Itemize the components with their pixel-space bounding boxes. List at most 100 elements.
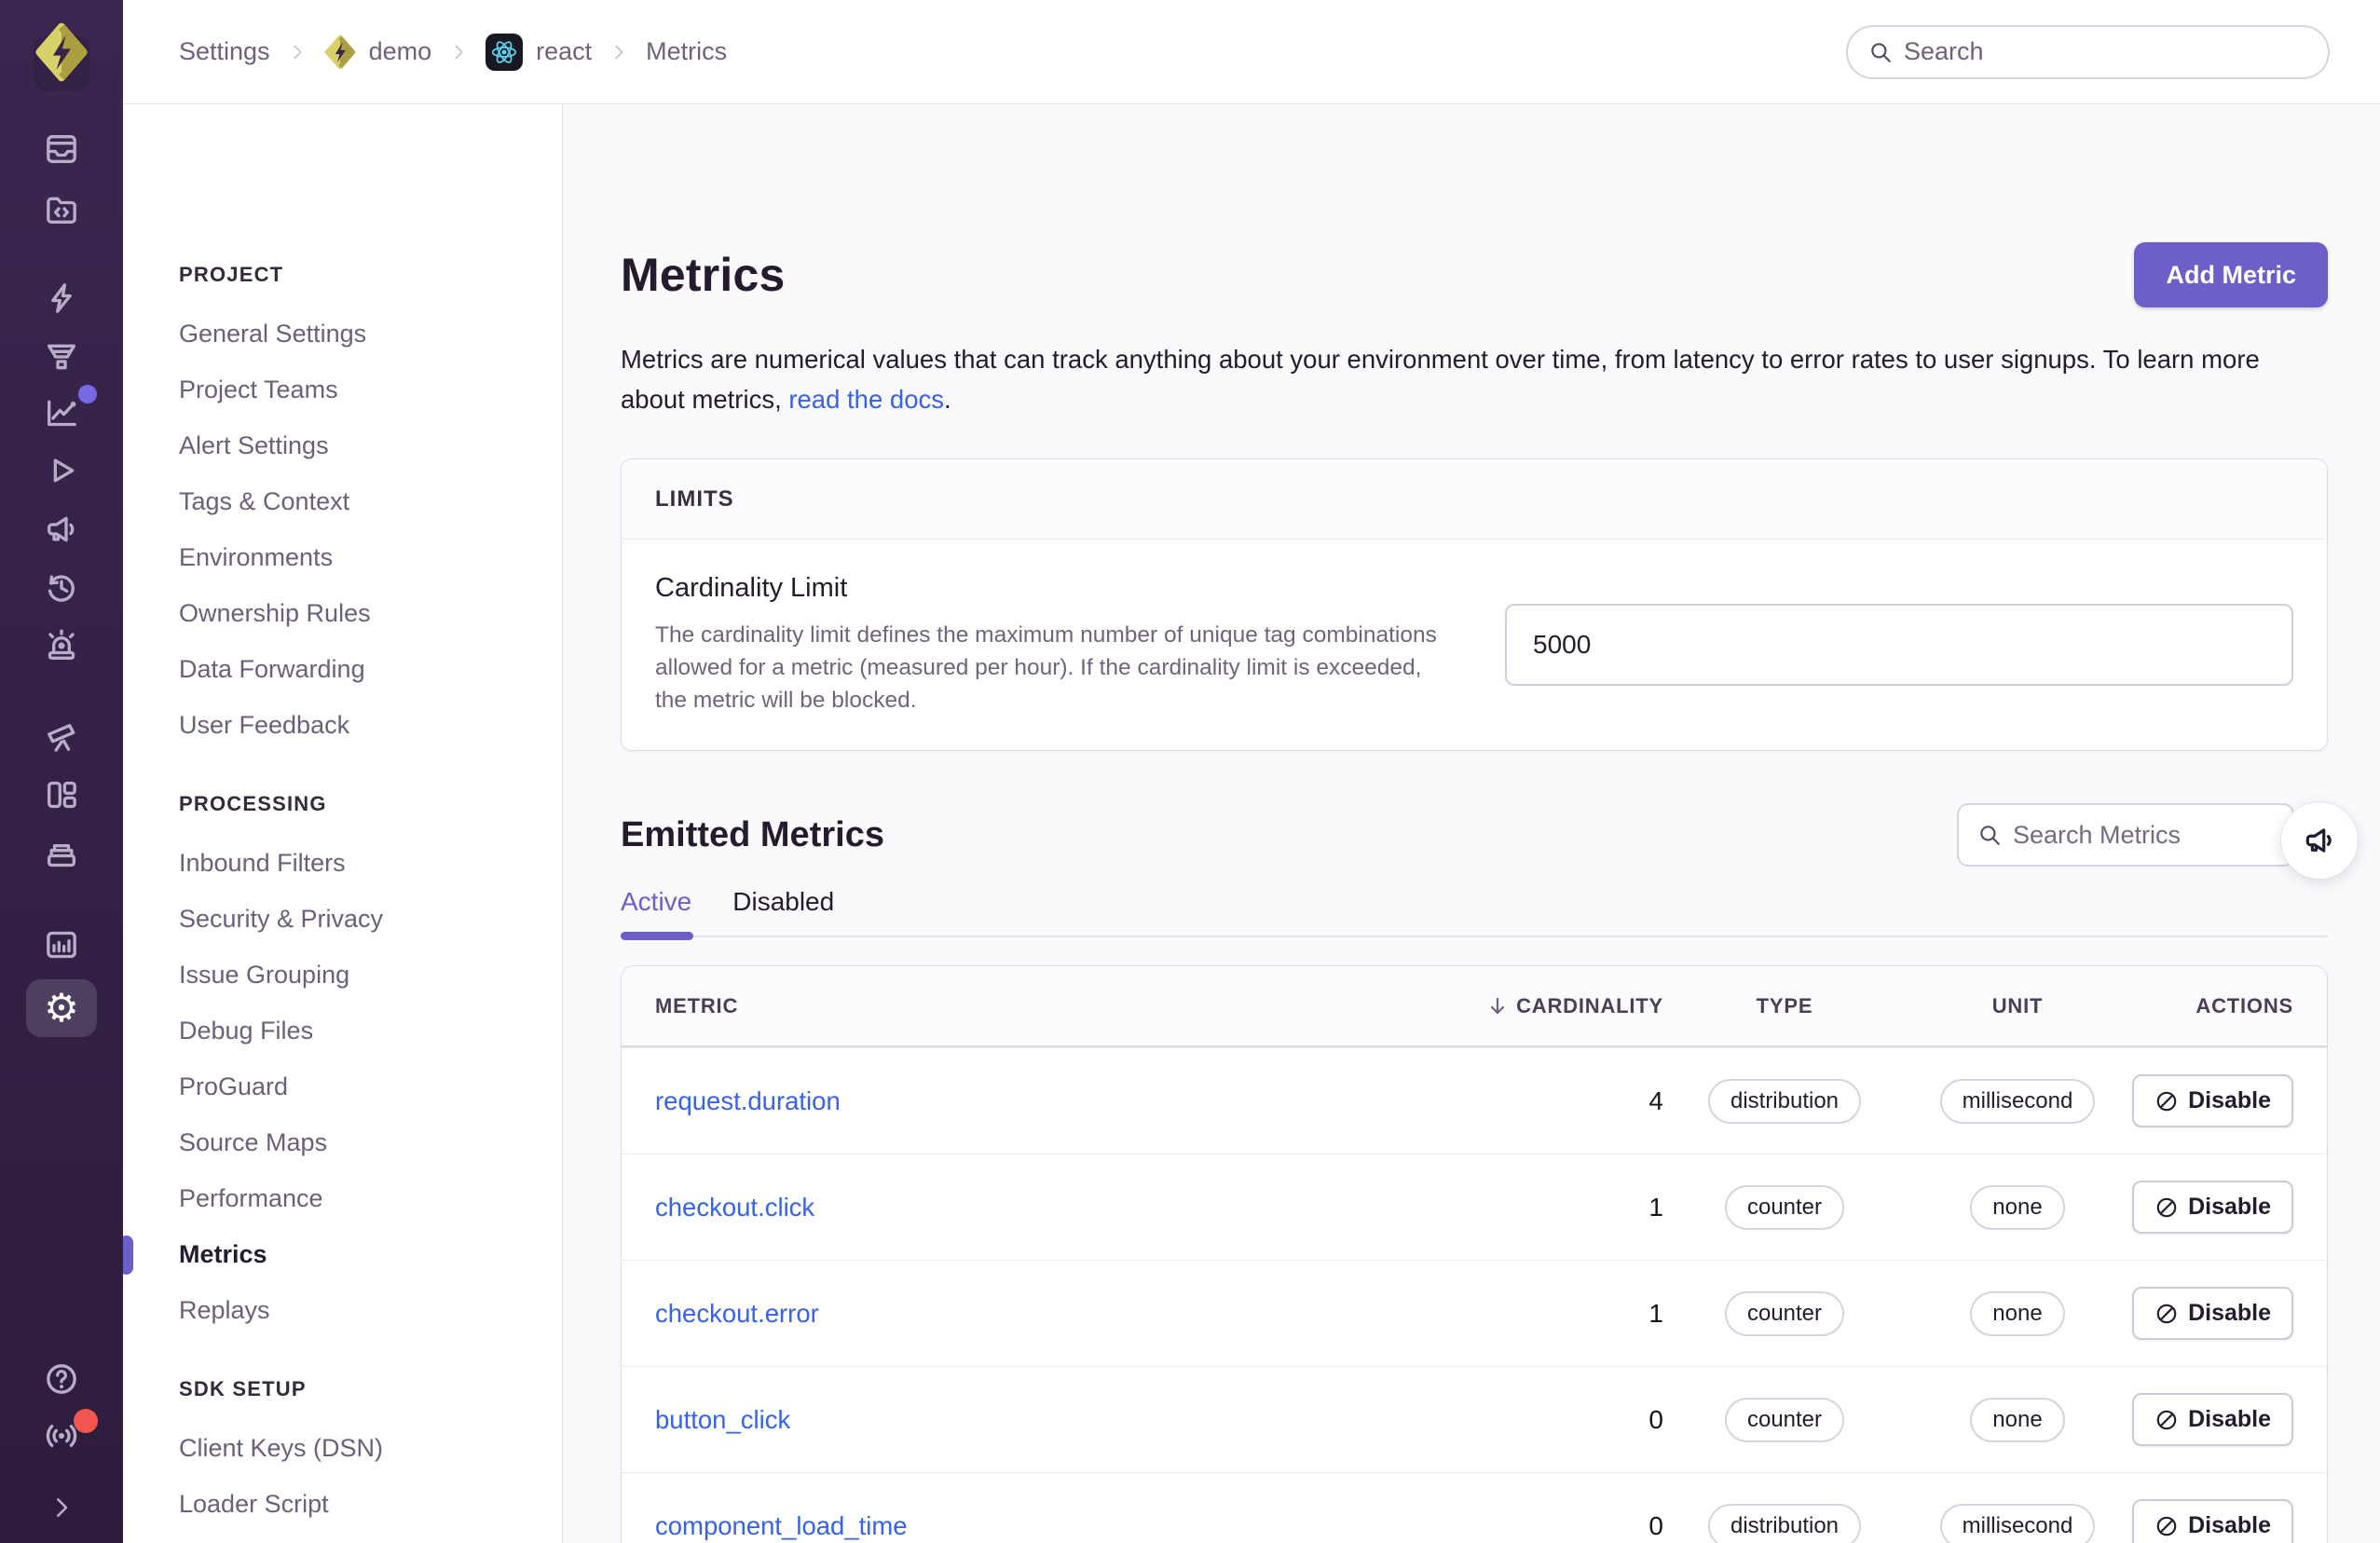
nav-item-client-keys[interactable]: Client Keys (DSN) bbox=[179, 1420, 562, 1476]
breadcrumb-org[interactable]: demo bbox=[324, 34, 432, 70]
megaphone-icon bbox=[2302, 823, 2337, 858]
replays-nav-button[interactable] bbox=[32, 441, 91, 500]
unit-badge: millisecond bbox=[1939, 1078, 2096, 1124]
breadcrumb-settings[interactable]: Settings bbox=[179, 37, 270, 66]
chevron-right-icon bbox=[448, 42, 469, 62]
disable-button[interactable]: Disable bbox=[2132, 1499, 2293, 1543]
metric-link[interactable]: checkout.error bbox=[655, 1299, 1477, 1329]
profiling-nav-button[interactable] bbox=[32, 327, 91, 387]
cardinality-header-label: CARDINALITY bbox=[1516, 993, 1663, 1017]
stats-nav-button[interactable] bbox=[32, 915, 91, 975]
alerts-nav-button[interactable] bbox=[32, 616, 91, 676]
main-content: Metrics Add Metric Metrics are numerical… bbox=[563, 104, 2380, 1543]
whats-new-button[interactable] bbox=[32, 1406, 98, 1466]
metrics-search[interactable] bbox=[1957, 803, 2294, 867]
settings-nav-button[interactable]: ⚙ bbox=[26, 979, 97, 1037]
metric-link[interactable]: component_load_time bbox=[655, 1511, 1477, 1541]
cardinality-limit-label: Cardinality Limit bbox=[655, 573, 848, 603]
nav-section-processing: PROCESSING Inbound Filters Security & Pr… bbox=[123, 792, 562, 1338]
unit-badge: millisecond bbox=[1939, 1503, 2096, 1543]
tab-disabled[interactable]: Disabled bbox=[732, 887, 834, 935]
react-icon bbox=[489, 37, 519, 67]
cardinality-value: 1 bbox=[1648, 1192, 1663, 1222]
active-nav-indicator bbox=[123, 1236, 133, 1275]
nav-item-security-privacy[interactable]: Security & Privacy bbox=[179, 891, 562, 947]
help-icon bbox=[43, 1360, 80, 1398]
nav-item-tags-context[interactable]: Tags & Context bbox=[179, 473, 562, 529]
nav-item-performance[interactable]: Performance bbox=[179, 1170, 562, 1226]
settings-gear-icon: ⚙ bbox=[44, 986, 79, 1030]
insights-nav-button[interactable] bbox=[32, 383, 97, 443]
chevron-right-icon bbox=[287, 42, 308, 62]
history-nav-button[interactable] bbox=[32, 557, 91, 617]
cardinality-limit-input[interactable] bbox=[1505, 604, 2293, 686]
disable-button[interactable]: Disable bbox=[2132, 1074, 2293, 1127]
insights-notification-dot bbox=[78, 385, 97, 403]
nav-item-loader-script[interactable]: Loader Script bbox=[179, 1476, 562, 1532]
nav-item-inbound-filters[interactable]: Inbound Filters bbox=[179, 835, 562, 891]
nav-item-replays[interactable]: Replays bbox=[179, 1282, 562, 1338]
projects-nav-button[interactable] bbox=[32, 180, 91, 239]
emitted-metrics-title: Emitted Metrics bbox=[621, 814, 884, 854]
releases-archive-icon bbox=[43, 835, 80, 872]
nav-item-metrics[interactable]: Metrics bbox=[123, 1226, 562, 1282]
feedback-fab-button[interactable] bbox=[2280, 801, 2359, 880]
explore-nav-button[interactable] bbox=[32, 706, 91, 766]
search-icon bbox=[1977, 823, 2002, 847]
metric-link[interactable]: request.duration bbox=[655, 1086, 1477, 1116]
disable-button[interactable]: Disable bbox=[2132, 1181, 2293, 1234]
nav-item-proguard[interactable]: ProGuard bbox=[179, 1058, 562, 1114]
nav-item-ownership-rules[interactable]: Ownership Rules bbox=[179, 585, 562, 641]
feedback-nav-button[interactable] bbox=[32, 499, 91, 559]
breadcrumb: Settings demo react Metrics bbox=[179, 33, 728, 71]
metrics-search-input[interactable] bbox=[2013, 820, 2274, 850]
unit-badge: none bbox=[1970, 1397, 2065, 1442]
metric-link[interactable]: button_click bbox=[655, 1405, 1477, 1435]
nav-item-environments[interactable]: Environments bbox=[179, 529, 562, 585]
cardinality-value: 4 bbox=[1648, 1086, 1663, 1115]
nav-item-releases[interactable]: Releases bbox=[179, 1532, 562, 1543]
nav-item-data-forwarding[interactable]: Data Forwarding bbox=[179, 641, 562, 697]
type-badge: distribution bbox=[1707, 1078, 1862, 1124]
tab-active[interactable]: Active bbox=[621, 887, 694, 940]
issues-icon bbox=[43, 130, 80, 168]
disable-icon bbox=[2154, 1514, 2179, 1538]
sort-arrow-down-icon bbox=[1486, 995, 1509, 1017]
read-the-docs-link[interactable]: read the docs bbox=[788, 385, 944, 414]
nav-item-project-teams[interactable]: Project Teams bbox=[179, 362, 562, 417]
nav-item-debug-files[interactable]: Debug Files bbox=[179, 1003, 562, 1058]
nav-item-general-settings[interactable]: General Settings bbox=[179, 306, 562, 362]
nav-section-title: PROCESSING bbox=[179, 792, 327, 815]
help-button[interactable] bbox=[32, 1349, 91, 1409]
global-search[interactable] bbox=[1846, 24, 2330, 79]
nav-item-user-feedback[interactable]: User Feedback bbox=[179, 697, 562, 753]
disable-button[interactable]: Disable bbox=[2132, 1287, 2293, 1340]
funnel-icon bbox=[43, 338, 80, 376]
nav-item-source-maps[interactable]: Source Maps bbox=[179, 1114, 562, 1170]
releases-nav-button[interactable] bbox=[32, 824, 91, 883]
metric-link[interactable]: checkout.click bbox=[655, 1193, 1477, 1222]
nav-item-metrics-label: Metrics bbox=[179, 1240, 267, 1268]
breadcrumb-page: Metrics bbox=[646, 37, 728, 65]
global-search-input[interactable] bbox=[1904, 37, 2307, 66]
dashboards-nav-button[interactable] bbox=[32, 765, 91, 825]
disable-button[interactable]: Disable bbox=[2132, 1393, 2293, 1446]
breadcrumb-project[interactable]: react bbox=[486, 33, 592, 71]
table-row: checkout.click 1 counter none Disable bbox=[622, 1154, 2327, 1260]
add-metric-button[interactable]: Add Metric bbox=[2134, 242, 2328, 307]
metrics-table: METRIC CARDINALITY TYPE UNIT ACTIONS req… bbox=[621, 965, 2328, 1543]
issues-nav-button[interactable] bbox=[32, 119, 91, 179]
sentry-diamond-icon bbox=[34, 21, 89, 83]
org-logo[interactable] bbox=[32, 21, 91, 91]
primary-sidebar: ⚙ bbox=[0, 0, 123, 1543]
nav-item-alert-settings[interactable]: Alert Settings bbox=[179, 417, 562, 473]
sidebar-expand-button[interactable] bbox=[32, 1478, 91, 1537]
breadcrumb-org-label: demo bbox=[368, 37, 432, 65]
column-header-cardinality[interactable]: CARDINALITY bbox=[1477, 994, 1663, 1018]
org-diamond-icon bbox=[324, 34, 356, 70]
disable-icon bbox=[2154, 1195, 2179, 1220]
history-clock-icon bbox=[43, 568, 80, 606]
type-badge: distribution bbox=[1707, 1503, 1862, 1543]
performance-nav-button[interactable] bbox=[32, 268, 91, 328]
nav-item-issue-grouping[interactable]: Issue Grouping bbox=[179, 947, 562, 1003]
